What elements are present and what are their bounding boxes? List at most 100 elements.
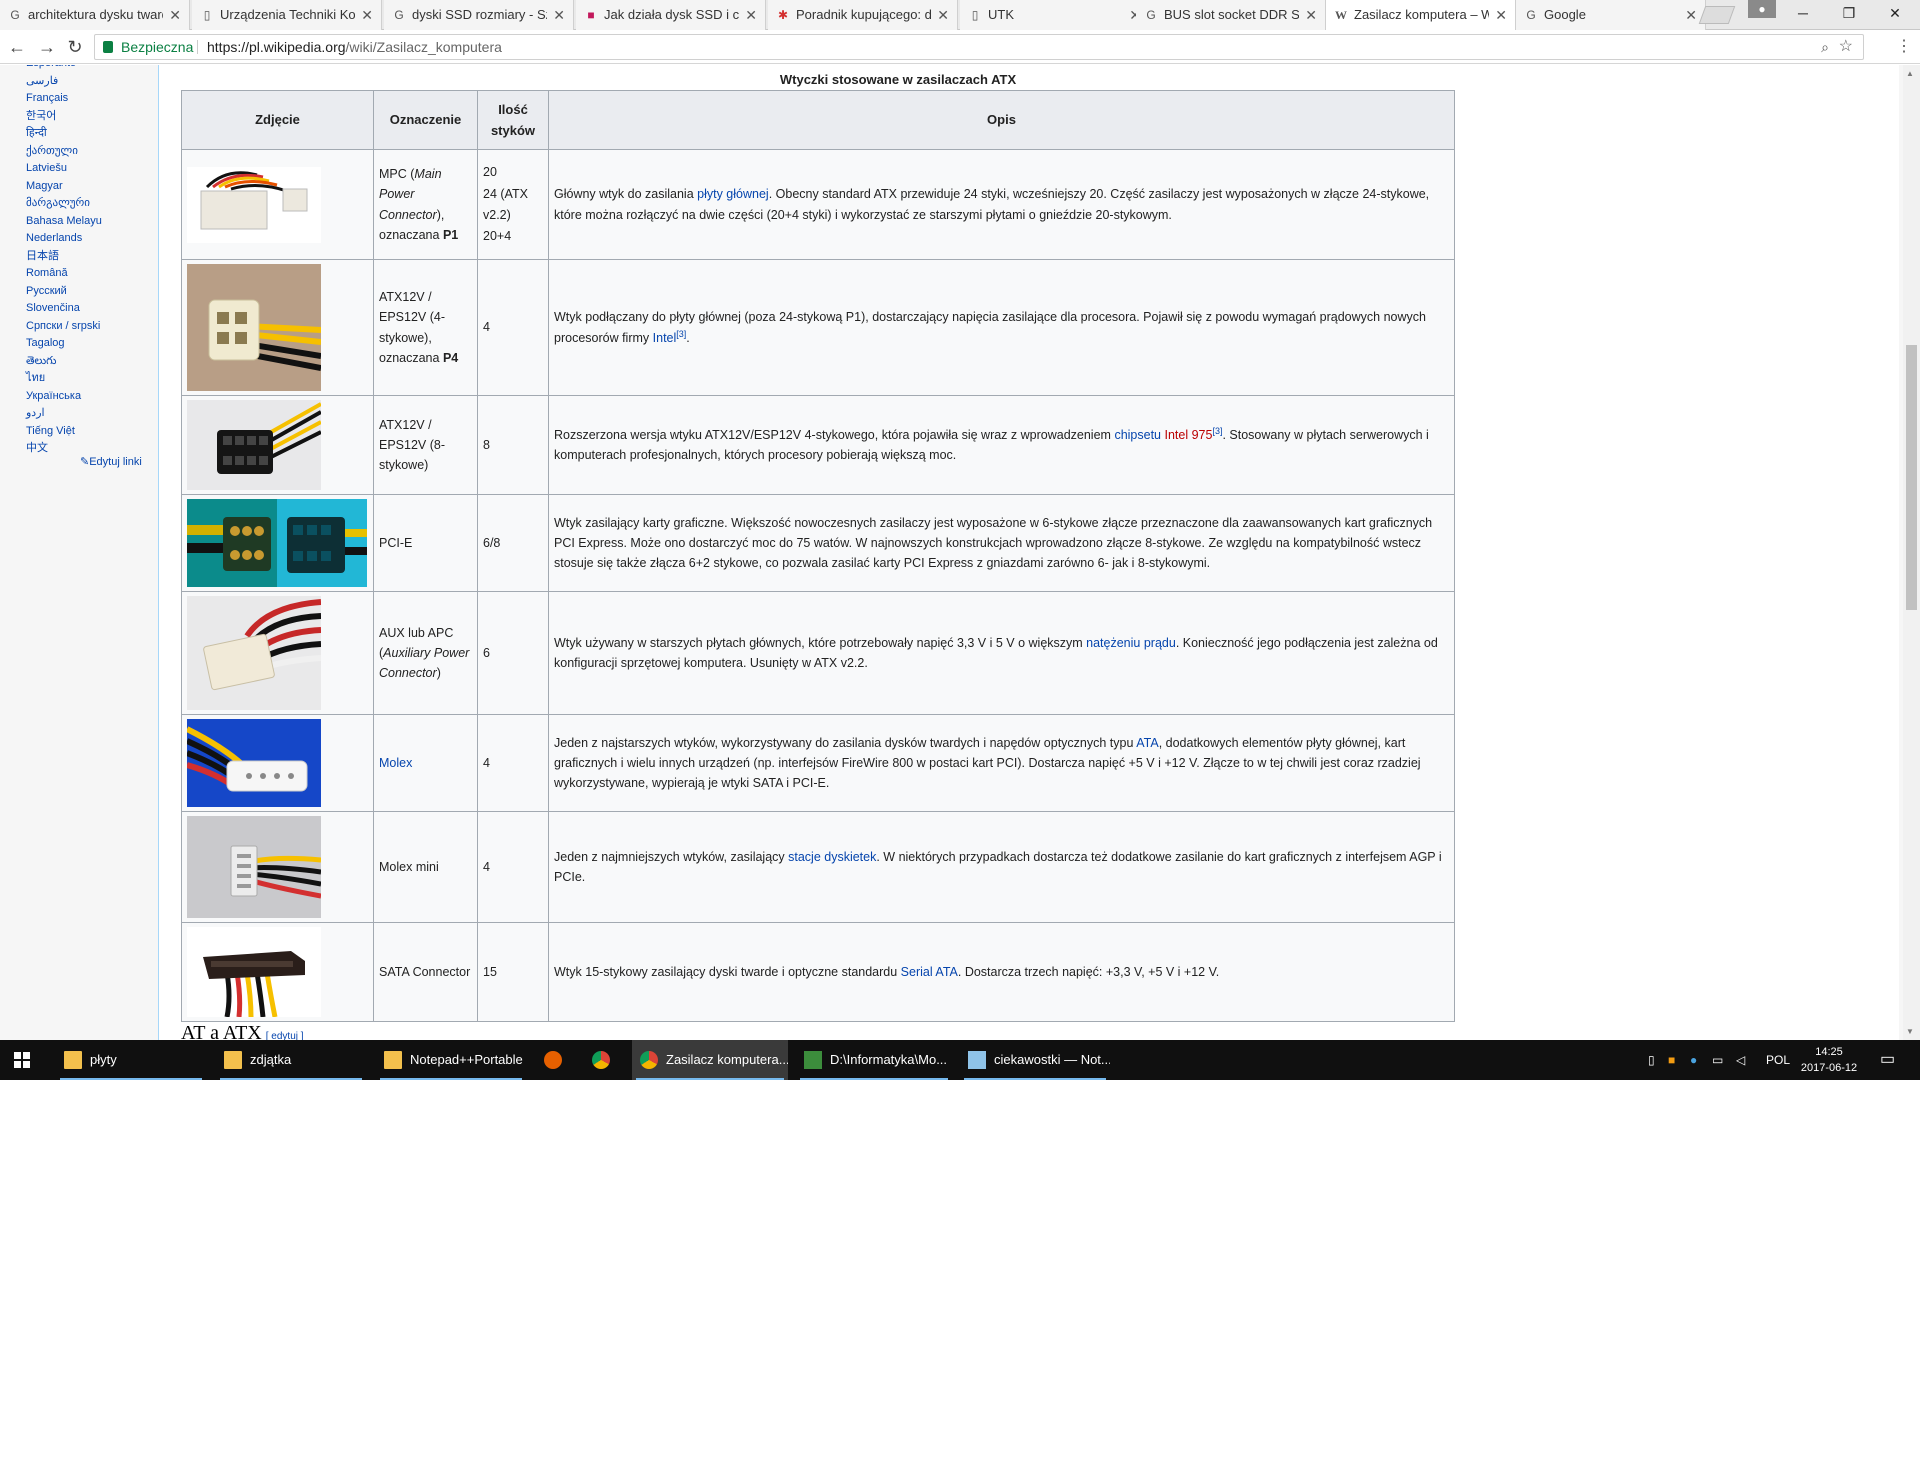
minimize-icon[interactable]: ─ [1780,0,1826,28]
device-icon[interactable]: ▯ [1648,1040,1655,1080]
restore-icon[interactable]: ❐ [1826,0,1872,28]
sata-connector-image[interactable] [187,927,321,1017]
taskbar-label: Zasilacz komputera... [666,1052,788,1067]
language-link[interactable]: Tiếng Việt [26,423,102,441]
taskbar-item-notepad[interactable]: ciekawostki — Not... [960,1040,1110,1080]
new-tab-button[interactable] [1698,6,1736,24]
taskbar-label: Notepad++Portable [410,1052,523,1067]
language-link[interactable]: Esperanto [26,65,102,73]
language-link[interactable]: 日本語 [26,248,102,266]
taskbar-item-plyty[interactable]: płyty [56,1040,206,1080]
close-tab-icon[interactable]: ✕ [1685,0,1697,30]
input-language[interactable]: POL [1766,1040,1790,1080]
language-link[interactable]: Français [26,90,102,108]
language-link[interactable]: Русский [26,283,102,301]
language-link[interactable]: Magyar [26,178,102,196]
close-tab-icon[interactable]: ✕ [553,0,565,30]
windows-start-icon[interactable] [14,1052,30,1068]
taskbar-item-chrome[interactable] [584,1040,624,1080]
atx12v-8pin-image[interactable] [187,400,321,490]
language-link[interactable]: Українська [26,388,102,406]
profile-icon[interactable]: ● [1748,0,1776,18]
taskbar-item-firefox[interactable] [536,1040,576,1080]
language-link[interactable]: Română [26,265,102,283]
tab-strip: Garchitektura dysku tward ✕ ▯ Urządzenia T… [0,0,1920,30]
tab-5[interactable]: ✱ Poradnik kupującego: di ✕ [768,0,958,30]
desc-link[interactable]: natężeniu prądu [1086,636,1176,650]
desc-link[interactable]: chipsetu [1114,428,1161,442]
tab-7[interactable]: G BUS slot socket DDR SD ✕ [1136,0,1326,30]
molex-mini-image[interactable] [187,816,321,918]
language-link[interactable]: فارسی [26,73,102,91]
close-tab-icon[interactable]: ✕ [745,0,757,30]
zoom-icon[interactable]: ⌕ [1821,35,1829,59]
taskbar-item-notepad-portable[interactable]: Notepad++Portable [376,1040,526,1080]
clock[interactable]: 14:25 2017-06-12 [1796,1044,1862,1076]
section-edit-link[interactable]: [ edytuj ] [266,1031,304,1040]
scroll-thumb[interactable] [1906,345,1917,610]
url-domain: https://pl.wikipedia.org [207,39,346,55]
url-text[interactable]: https://pl.wikipedia.org/wiki/Zasilacz_k… [207,35,502,59]
language-link[interactable]: Bahasa Melayu [26,213,102,231]
language-link[interactable]: हिन्दी [26,125,102,143]
language-link[interactable]: ქართული [26,143,102,161]
aux-connector-image[interactable] [187,596,321,710]
back-icon[interactable]: ← [6,36,28,58]
language-link[interactable]: Српски / srpski [26,318,102,336]
pcie-connector-image[interactable] [187,499,367,587]
tab-6[interactable]: ▯UTK✕ [960,0,1150,30]
molex-connector-image[interactable] [187,719,321,807]
close-tab-icon[interactable]: ✕ [1495,0,1507,30]
language-link[interactable]: Slovenčina [26,300,102,318]
reload-icon[interactable]: ↻ [64,36,86,58]
reference-link[interactable]: [3] [676,328,686,338]
close-tab-icon[interactable]: ✕ [169,0,181,30]
language-link[interactable]: Tagalog [26,335,102,353]
desc-cell: Jeden z najstarszych wtyków, wykorzystyw… [548,714,1455,812]
close-tab-icon[interactable]: ✕ [1305,0,1317,30]
language-link[interactable]: Latviešu [26,160,102,178]
tab-9[interactable]: G Google ✕ [1516,0,1706,30]
photo-cell [181,714,374,812]
address-bar[interactable]: Bezpieczna https://pl.wikipedia.org/wiki… [94,34,1864,60]
notifications-icon[interactable]: ▭ [1880,1040,1895,1080]
volume-icon[interactable]: ◁ [1736,1040,1745,1080]
desc-link[interactable]: Intel [653,331,677,345]
close-tab-icon[interactable]: ✕ [361,0,373,30]
reference-link[interactable]: [3] [1212,426,1222,436]
taskbar-item-explorer-path[interactable]: D:\Informatyka\Mo... [796,1040,952,1080]
desc-link[interactable]: stacje dyskietek [788,850,876,864]
app-tray-icon[interactable]: ● [1690,1040,1697,1080]
network-icon[interactable]: ▭ [1712,1040,1723,1080]
tab-8-active[interactable]: W Zasilacz komputera – Wi ✕ [1326,0,1516,30]
tab-4[interactable]: ■ Jak działa dysk SSD i czy ✕ [576,0,766,30]
menu-icon[interactable]: ⋮ [1896,36,1912,56]
vertical-scrollbar[interactable]: ▲ ▼ [1903,65,1920,1040]
tab-1[interactable]: Garchitektura dysku tward ✕ [0,0,190,30]
scroll-down-icon[interactable]: ▼ [1906,1027,1914,1036]
language-link[interactable]: తెలుగు [26,353,102,371]
desc-redlink[interactable]: Intel 975 [1164,428,1212,442]
taskbar-item-chrome-window[interactable]: Zasilacz komputera... [632,1040,788,1080]
language-link[interactable]: اردو [26,405,102,423]
language-link[interactable]: 한국어 [26,108,102,126]
desc-link[interactable]: Serial ATA [901,965,958,979]
scroll-up-icon[interactable]: ▲ [1906,69,1914,78]
taskbar-item-zdjatka[interactable]: zdjątka [216,1040,366,1080]
atx12v-4pin-image[interactable] [187,264,321,391]
tab-3[interactable]: Gdyski SSD rozmiary - Szu ✕ [384,0,574,30]
language-link[interactable]: Nederlands [26,230,102,248]
desc-link[interactable]: ATA [1136,736,1158,750]
close-window-icon[interactable]: ✕ [1872,0,1918,28]
forward-icon[interactable]: → [36,36,58,58]
desc-link[interactable]: płyty głównej [697,187,769,201]
edit-links-link[interactable]: ✎Edytuj linki [80,455,142,468]
app-tray-icon[interactable]: ■ [1668,1040,1675,1080]
bookmark-star-icon[interactable]: ☆ [1839,35,1853,59]
language-link[interactable]: მარგალური [26,195,102,213]
mpc-connector-image[interactable] [187,166,321,243]
close-tab-icon[interactable]: ✕ [937,0,949,30]
tab-2[interactable]: ▯ Urządzenia Techniki Kom ✕ [192,0,382,30]
language-link[interactable]: ไทย [26,370,102,388]
molex-link[interactable]: Molex [379,756,412,770]
